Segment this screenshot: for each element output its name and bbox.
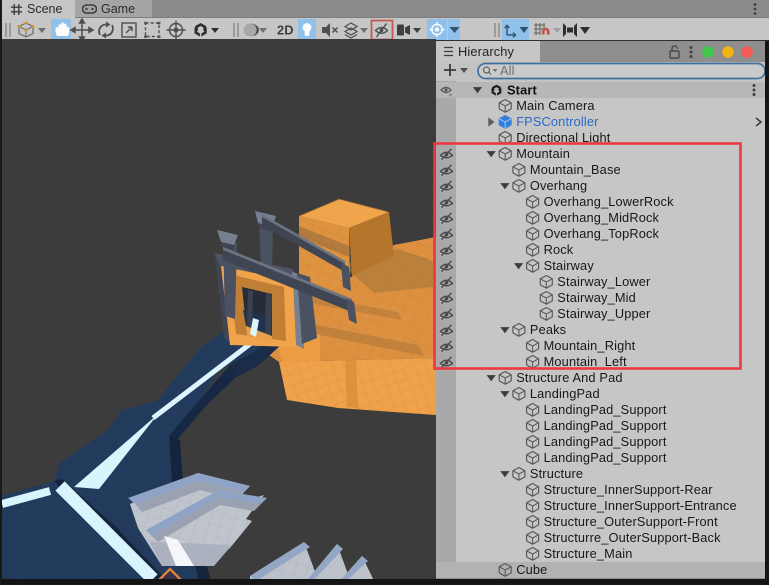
- svg-text:Structure_OuterSupport-Front: Structure_OuterSupport-Front: [544, 514, 718, 529]
- svg-text:Mountain_Right: Mountain_Right: [544, 338, 636, 353]
- svg-text:Structurre_OuterSupport-Back: Structurre_OuterSupport-Back: [544, 530, 721, 545]
- svg-text:Mountain: Mountain: [516, 146, 570, 161]
- svg-text:Structure_InnerSupport-Rear: Structure_InnerSupport-Rear: [544, 482, 714, 497]
- svg-text:Overhang_TopRock: Overhang_TopRock: [544, 226, 660, 241]
- svg-text:Cube: Cube: [516, 562, 547, 577]
- svg-text:Structure: Structure: [530, 466, 583, 481]
- svg-text:Stairway: Stairway: [544, 258, 595, 273]
- svg-text:FPSController: FPSController: [516, 114, 599, 129]
- svg-text:LandingPad_Support: LandingPad_Support: [544, 418, 667, 433]
- svg-text:Stairway_Mid: Stairway_Mid: [557, 290, 636, 305]
- svg-text:All: All: [500, 63, 515, 78]
- svg-text:Main Camera: Main Camera: [516, 98, 595, 113]
- svg-text:LandingPad_Support: LandingPad_Support: [544, 434, 667, 449]
- svg-text:Rock: Rock: [544, 242, 574, 257]
- svg-text:Stairway_Upper: Stairway_Upper: [557, 306, 651, 321]
- svg-text:Stairway_Lower: Stairway_Lower: [557, 274, 651, 289]
- svg-text:Peaks: Peaks: [530, 322, 566, 337]
- svg-text:Mountain_Left: Mountain_Left: [544, 354, 627, 369]
- svg-text:LandingPad: LandingPad: [530, 386, 600, 401]
- svg-text:Overhang_LowerRock: Overhang_LowerRock: [544, 194, 674, 209]
- svg-text:Structure_Main: Structure_Main: [544, 546, 633, 561]
- svg-text:LandingPad_Support: LandingPad_Support: [544, 402, 667, 417]
- svg-text:Structure_InnerSupport-Entranc: Structure_InnerSupport-Entrance: [544, 498, 737, 513]
- svg-text:Mountain_Base: Mountain_Base: [530, 162, 621, 177]
- svg-text:LandingPad_Support: LandingPad_Support: [544, 450, 667, 465]
- svg-text:Hierarchy: Hierarchy: [458, 44, 515, 59]
- svg-text:Start: Start: [507, 83, 537, 98]
- svg-text:Structure And Pad: Structure And Pad: [516, 370, 622, 385]
- svg-text:Overhang_MidRock: Overhang_MidRock: [544, 210, 660, 225]
- svg-text:Overhang: Overhang: [530, 178, 587, 193]
